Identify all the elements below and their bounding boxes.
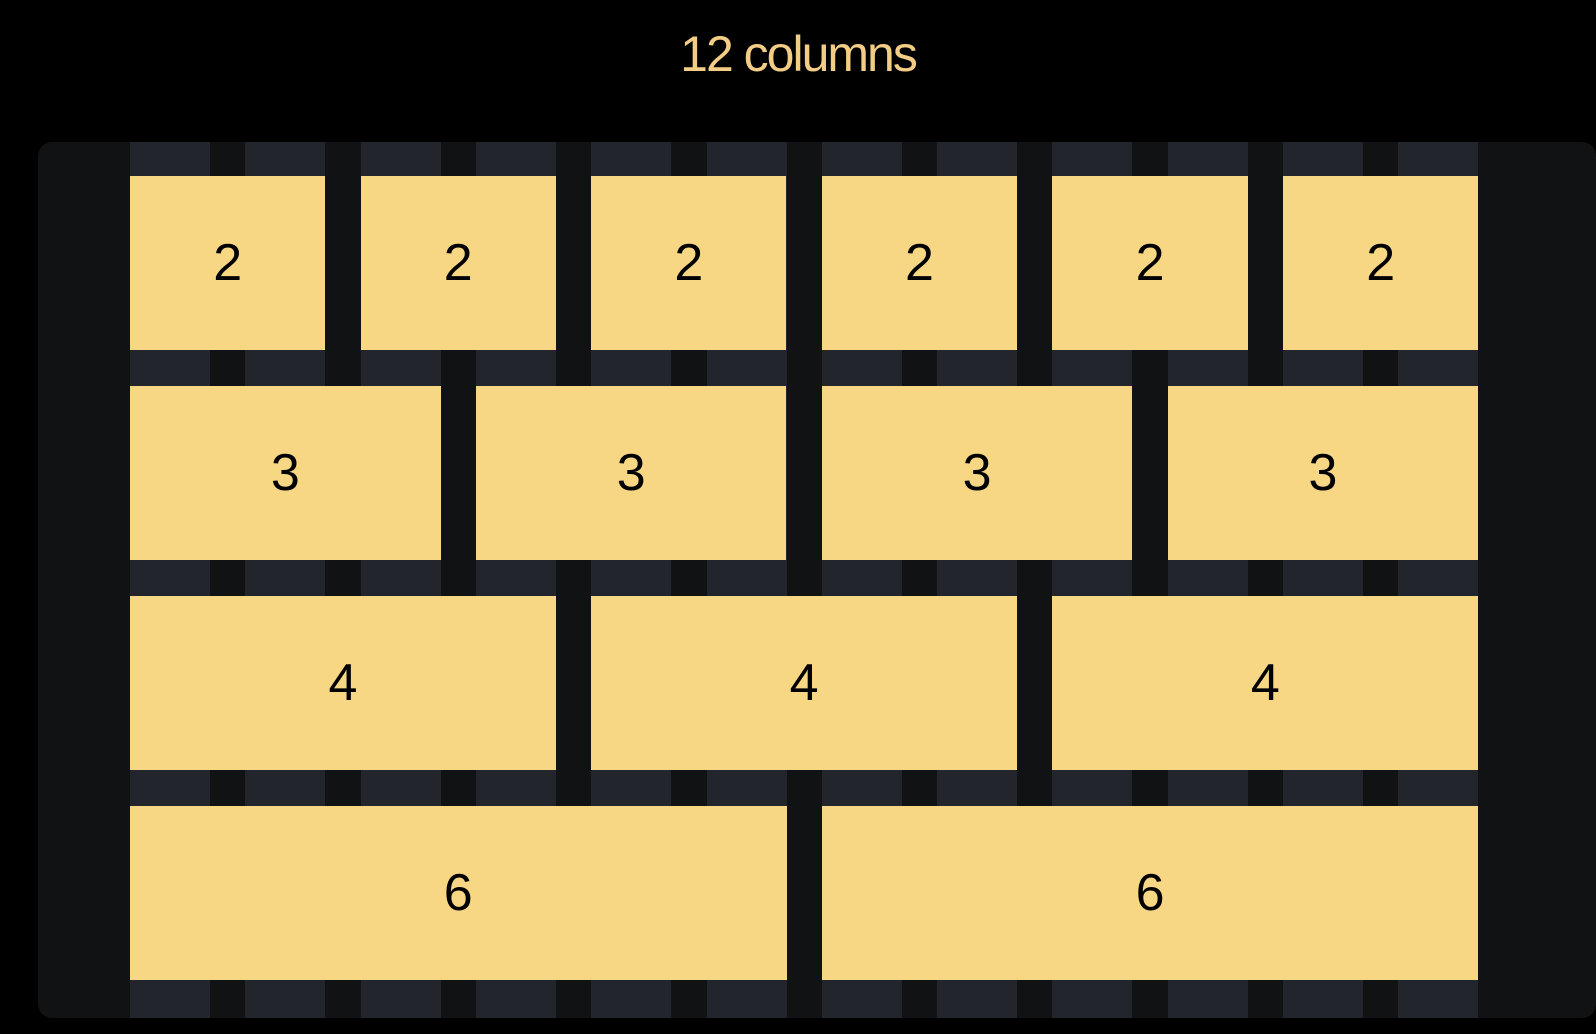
grid-cell-span-3: 3: [130, 386, 441, 560]
diagram-title: 12 columns: [680, 26, 918, 82]
grid-cell-span-4: 4: [591, 596, 1018, 770]
grid-cell-span-4: 4: [1052, 596, 1479, 770]
grid-cell-span-3: 3: [1167, 386, 1479, 560]
grid-cell-span-2: 2: [360, 176, 556, 350]
grid-cell-span-2: 2: [130, 176, 326, 350]
grid-cell-span-2: 2: [591, 176, 787, 350]
grid-cell-span-4: 4: [130, 596, 556, 770]
grid-cell-span-2: 2: [1052, 176, 1248, 350]
grid-cells: 222222333344466: [130, 142, 1504, 1018]
grid-cell-span-6: 6: [821, 806, 1479, 980]
grid-cell-span-2: 2: [821, 176, 1018, 350]
grid-cell-span-2: 2: [1283, 176, 1479, 350]
grid-cell-span-3: 3: [475, 386, 787, 560]
grid-cell-span-6: 6: [130, 806, 787, 980]
grid-cell-span-3: 3: [821, 386, 1133, 560]
